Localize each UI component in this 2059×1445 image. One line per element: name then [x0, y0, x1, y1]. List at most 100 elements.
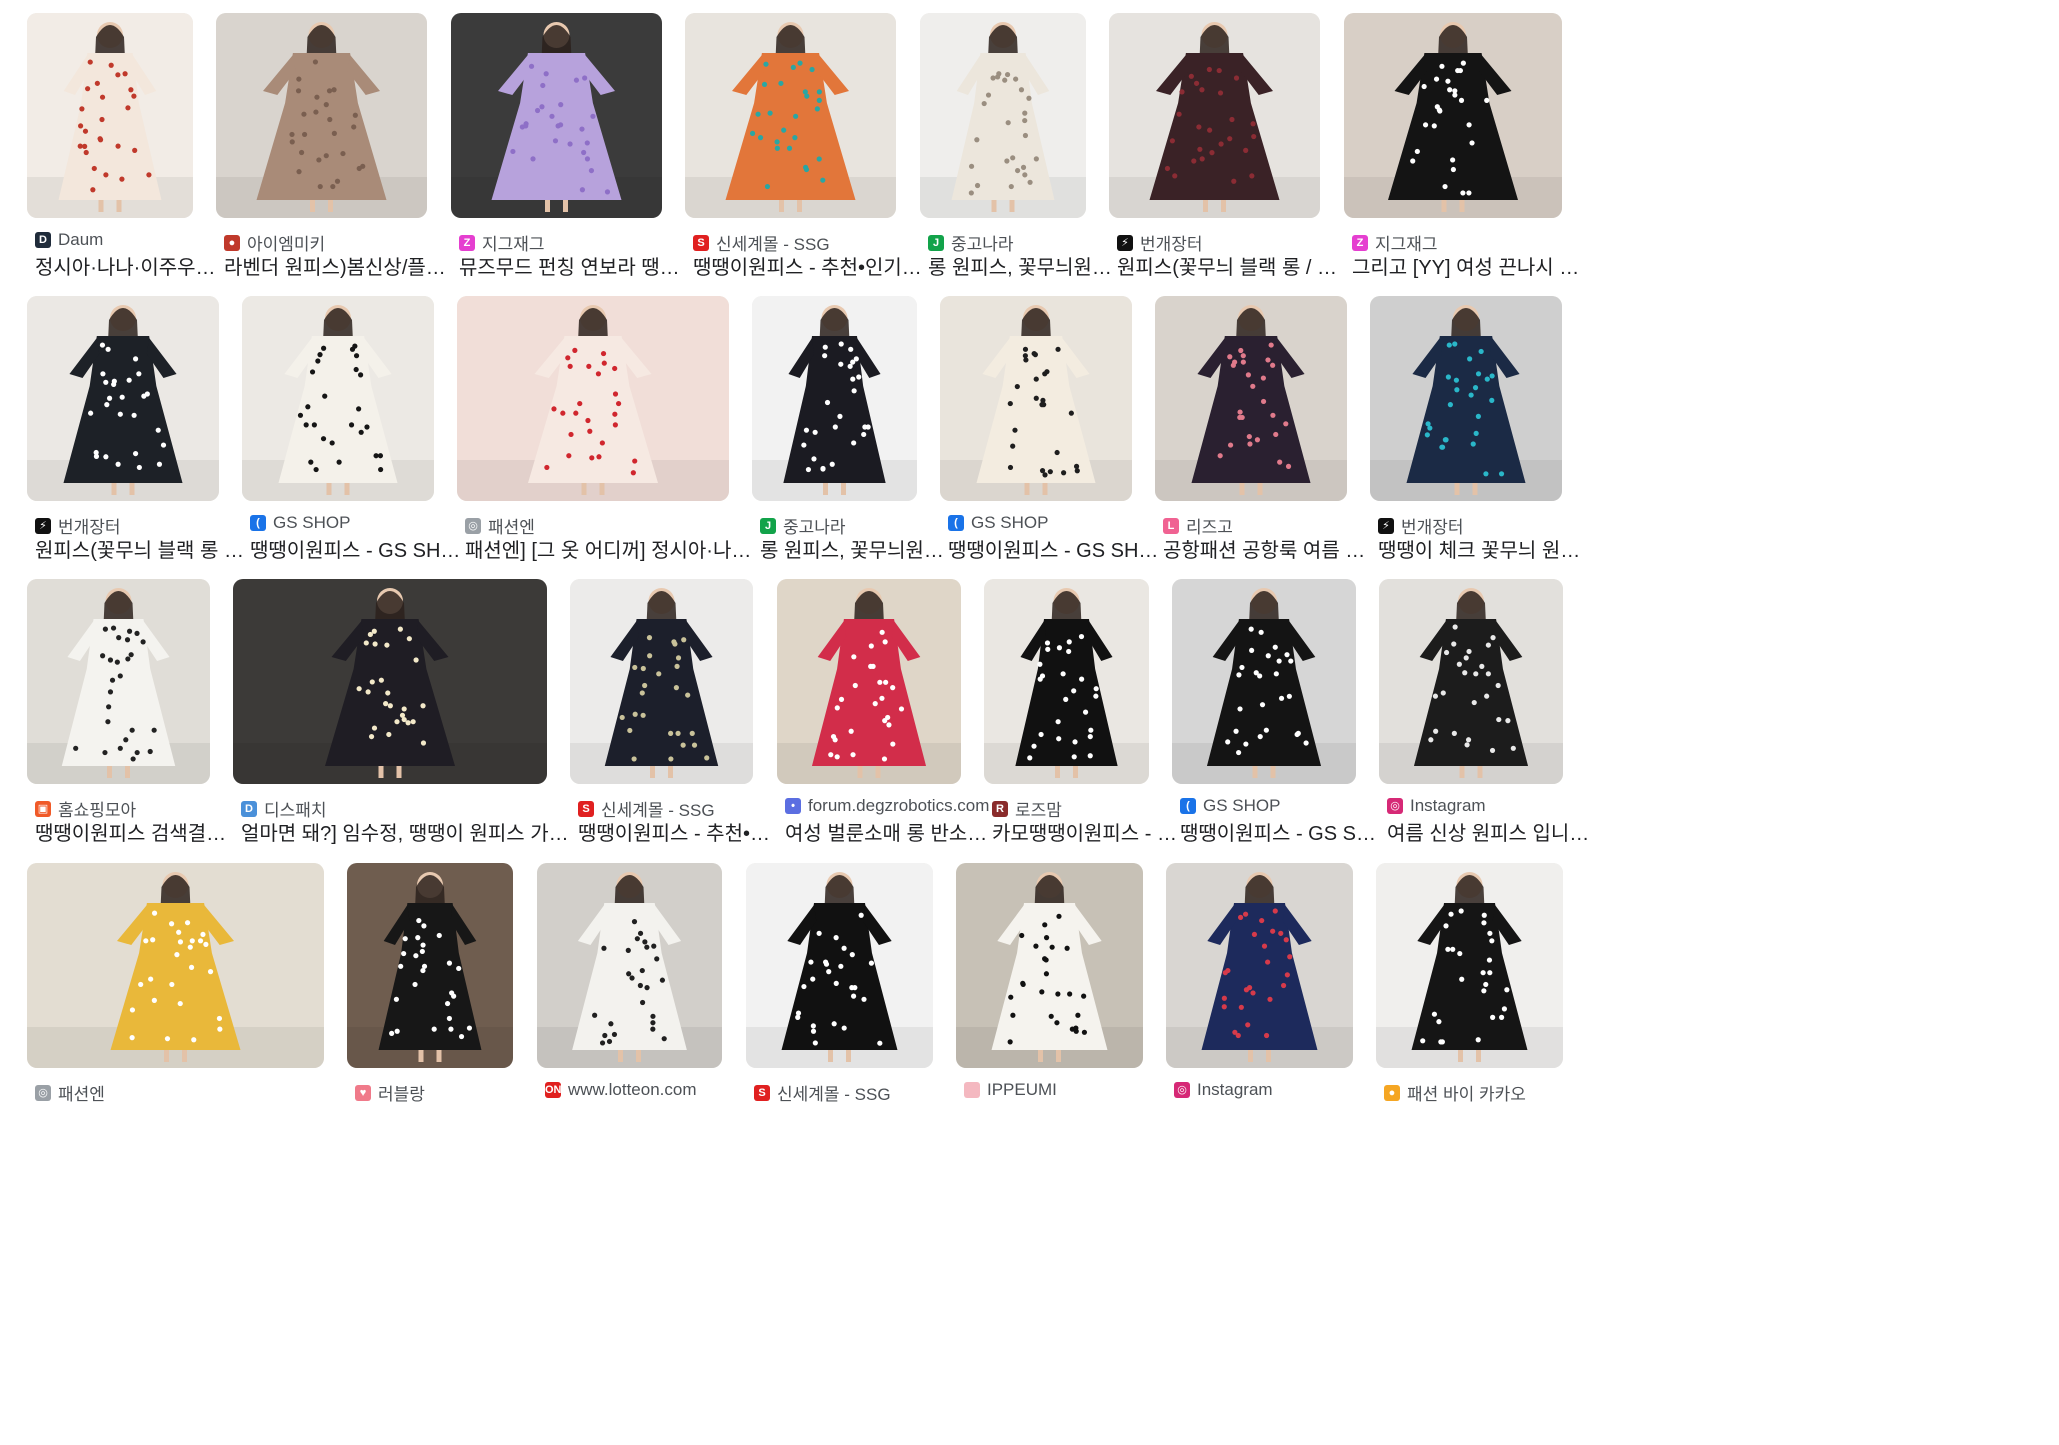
result-thumbnail[interactable]	[27, 863, 324, 1068]
image-result-card[interactable]: S 신세계몰 - SSG 땡땡이원피스 - 추천•인기 …	[685, 13, 924, 279]
result-source-label: GS SHOP	[971, 513, 1049, 532]
result-thumbnail[interactable]	[570, 579, 753, 784]
result-title[interactable]: 카모땡땡이원피스 - …	[992, 817, 1177, 846]
result-title[interactable]: 롱 원피스, 꽃무늬원…	[928, 251, 1114, 280]
result-title[interactable]: 땡땡이원피스 - 추천•인…	[578, 817, 781, 846]
result-thumbnail[interactable]	[777, 579, 961, 784]
result-title[interactable]: 여름 신상 원피스 입니…	[1387, 817, 1591, 846]
ssg-icon: S	[693, 234, 709, 251]
image-result-card[interactable]: ⚡ 번개장터 원피스(꽃무늬 블랙 롱 / 땡…	[1109, 13, 1348, 279]
result-source[interactable]: IPPEUMI	[964, 1080, 1171, 1100]
result-title[interactable]: 원피스(꽃무늬 블랙 롱 / 땡…	[1117, 251, 1348, 280]
result-title[interactable]: 땡땡이원피스 - 추천•인기 …	[693, 251, 924, 280]
result-source[interactable]: • forum.degzrobotics.com	[785, 796, 989, 816]
result-thumbnail[interactable]	[1109, 13, 1320, 218]
result-title[interactable]: 땡땡이원피스 - GS SHOP	[250, 534, 462, 563]
image-result-card[interactable]: S 신세계몰 - SSG	[746, 863, 933, 1118]
result-thumbnail[interactable]	[233, 579, 547, 784]
result-thumbnail[interactable]	[1155, 296, 1347, 501]
image-result-card[interactable]: ◎ 패션엔	[27, 863, 324, 1118]
result-thumbnail[interactable]	[1172, 579, 1356, 784]
image-result-card[interactable]: ⚡ 번개장터 땡땡이 체크 꽃무늬 원피…	[1370, 296, 1590, 562]
result-source[interactable]: D Daum	[35, 230, 221, 250]
result-title[interactable]: 라벤더 원피스)봄신상/플라…	[224, 251, 455, 280]
result-title[interactable]: 패션엔] [그 옷 어디꺼] 정시아·나나·…	[465, 534, 757, 563]
result-source[interactable]: ♥ 러블랑	[355, 1080, 541, 1105]
result-title[interactable]: 땡땡이원피스 - GS SH…	[1180, 817, 1384, 846]
result-title[interactable]: 얼마면 돼?] 임수정, 땡땡이 원피스 가격은…	[241, 817, 575, 846]
result-source[interactable]: ON www.lotteon.com	[545, 1080, 750, 1100]
image-result-card[interactable]: (GS SHOP 땡땡이원피스 - GS SHOP	[242, 296, 462, 562]
result-thumbnail[interactable]	[920, 13, 1086, 218]
image-result-card[interactable]: ⚡ 번개장터 원피스(꽃무늬 블랙 롱 / …	[27, 296, 247, 562]
image-result-card[interactable]: ON www.lotteon.com	[537, 863, 722, 1118]
image-result-card[interactable]: J 중고나라 롱 원피스, 꽃무늬원…	[920, 13, 1112, 279]
result-thumbnail[interactable]	[27, 13, 193, 218]
result-thumbnail[interactable]	[27, 579, 210, 784]
result-source-label: 러블랑	[378, 1085, 425, 1104]
result-thumbnail[interactable]	[752, 296, 917, 501]
result-title[interactable]: 땡땡이원피스 - GS SHOP	[948, 534, 1160, 563]
result-title[interactable]: 그리고 [YY] 여성 끈나시 롱 …	[1352, 251, 1590, 280]
result-thumbnail[interactable]	[1379, 579, 1563, 784]
result-thumbnail[interactable]	[1344, 13, 1562, 218]
image-result-card[interactable]: R 로즈맘 카모땡땡이원피스 - …	[984, 579, 1177, 845]
result-thumbnail[interactable]	[1166, 863, 1353, 1068]
result-thumbnail[interactable]	[746, 863, 933, 1068]
result-source[interactable]: ( GS SHOP	[948, 513, 1160, 533]
result-thumbnail[interactable]	[27, 296, 219, 501]
result-thumbnail[interactable]	[685, 13, 896, 218]
result-source-label: 패션엔	[58, 1085, 105, 1104]
result-source[interactable]: (GS SHOP	[1180, 796, 1384, 816]
image-result-card[interactable]: ◎ Instagram 여름 신상 원피스 입니…	[1379, 579, 1589, 845]
result-thumbnail[interactable]	[537, 863, 722, 1068]
result-thumbnail[interactable]	[242, 296, 434, 501]
result-title[interactable]: 땡땡이원피스 검색결과…	[35, 817, 238, 846]
result-title[interactable]: 땡땡이 체크 꽃무늬 원피…	[1378, 534, 1590, 563]
image-result-card[interactable]: ● 패션 바이 카카오	[1376, 863, 1563, 1118]
image-result-card[interactable]: IPPEUMI	[956, 863, 1143, 1118]
product-photo	[233, 579, 547, 784]
image-result-card[interactable]: D Daum 정시아·나나·이주우, …	[27, 13, 221, 279]
image-result-card[interactable]: ( GS SHOP 땡땡이원피스 - GS SHOP	[940, 296, 1160, 562]
result-title[interactable]: 정시아·나나·이주우, …	[35, 251, 221, 280]
result-thumbnail[interactable]	[984, 579, 1149, 784]
result-source[interactable]: ◎ Instagram	[1174, 1080, 1381, 1100]
image-result-card[interactable]: ◎ 패션엔 패션엔] [그 옷 어디꺼] 정시아·나나·…	[457, 296, 757, 562]
result-source[interactable]: (GS SHOP	[250, 513, 462, 533]
result-source[interactable]: ◎ Instagram	[1387, 796, 1591, 816]
result-thumbnail[interactable]	[216, 13, 427, 218]
result-thumbnail[interactable]	[956, 863, 1143, 1068]
image-result-card[interactable]: L 리즈고 공항패션 공항룩 여름 꽃…	[1155, 296, 1375, 562]
image-result-card[interactable]: S 신세계몰 - SSG 땡땡이원피스 - 추천•인…	[570, 579, 781, 845]
image-result-card[interactable]: Z 지그재그 그리고 [YY] 여성 끈나시 롱 …	[1344, 13, 1590, 279]
product-photo	[27, 579, 210, 784]
result-thumbnail[interactable]	[457, 296, 729, 501]
image-result-card[interactable]: ◎ Instagram	[1166, 863, 1353, 1118]
image-result-card[interactable]: Z 지그재그 뮤즈무드 펀칭 연보라 땡땡…	[451, 13, 690, 279]
result-thumbnail[interactable]	[347, 863, 513, 1068]
image-result-card[interactable]: J 중고나라 롱 원피스, 꽃무늬원…	[752, 296, 944, 562]
result-title[interactable]: 공항패션 공항룩 여름 꽃…	[1163, 534, 1375, 563]
result-thumbnail[interactable]	[1370, 296, 1562, 501]
image-result-card[interactable]: ♥ 러블랑	[347, 863, 513, 1118]
gs-icon: (	[250, 515, 266, 531]
result-thumbnail[interactable]	[1376, 863, 1563, 1068]
product-photo	[1172, 579, 1356, 784]
image-result-card[interactable]: ▣ 홈쇼핑모아 땡땡이원피스 검색결과…	[27, 579, 238, 845]
result-thumbnail[interactable]	[940, 296, 1132, 501]
result-source[interactable]: ● 패션 바이 카카오	[1384, 1080, 1591, 1105]
image-result-card[interactable]: ● 아이엠미키 라벤더 원피스)봄신상/플라…	[216, 13, 455, 279]
result-thumbnail[interactable]	[451, 13, 662, 218]
result-source[interactable]: ◎ 패션엔	[35, 1080, 352, 1105]
result-title[interactable]: 원피스(꽃무늬 블랙 롱 / …	[35, 534, 247, 563]
result-title[interactable]: 뮤즈무드 펀칭 연보라 땡땡…	[459, 251, 690, 280]
image-result-card[interactable]: D 디스패치 얼마면 돼?] 임수정, 땡땡이 원피스 가격은…	[233, 579, 575, 845]
gs-icon: (	[948, 515, 964, 531]
image-result-card[interactable]: (GS SHOP 땡땡이원피스 - GS SH…	[1172, 579, 1384, 845]
z-icon: Z	[1352, 234, 1368, 251]
result-title[interactable]: 여성 벌룬소매 롱 반소…	[785, 817, 989, 846]
image-result-card[interactable]: • forum.degzrobotics.com 여성 벌룬소매 롱 반소…	[777, 579, 989, 845]
result-title[interactable]: 롱 원피스, 꽃무늬원…	[760, 534, 945, 563]
result-source[interactable]: S 신세계몰 - SSG	[754, 1080, 961, 1105]
